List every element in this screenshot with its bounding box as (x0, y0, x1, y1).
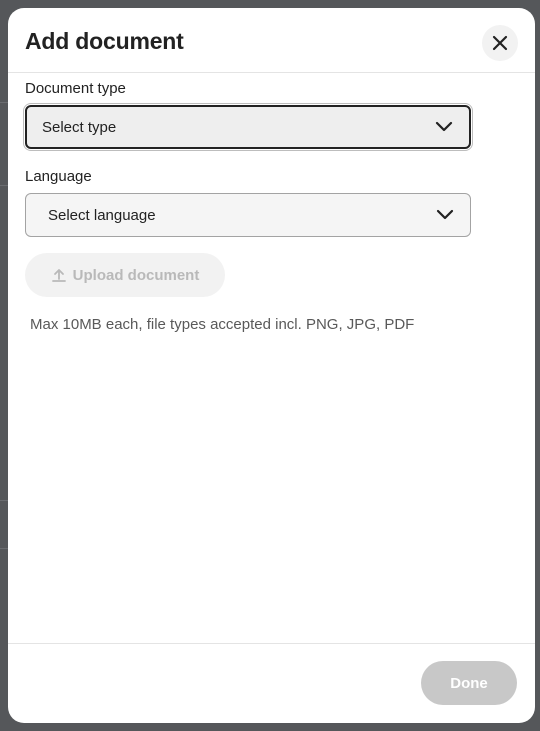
upload-icon (51, 269, 66, 282)
chevron-down-icon (436, 209, 454, 220)
language-select[interactable]: Select language (25, 193, 471, 237)
dialog-title: Add document (25, 28, 184, 54)
document-type-label: Document type (25, 80, 126, 97)
chevron-down-icon (435, 121, 453, 132)
upload-hint: Max 10MB each, file types accepted incl.… (30, 316, 415, 333)
document-type-select[interactable]: Select type (25, 105, 471, 149)
document-type-value: Select type (42, 118, 117, 136)
footer-divider (8, 643, 535, 644)
language-value: Select language (48, 206, 156, 224)
add-document-dialog: Add document Document type Select type L… (8, 8, 535, 723)
language-label: Language (25, 168, 92, 185)
close-button[interactable] (482, 25, 518, 61)
upload-document-button[interactable]: Upload document (25, 253, 225, 297)
upload-document-label: Upload document (72, 266, 200, 284)
done-button[interactable]: Done (421, 661, 517, 705)
header-divider (8, 72, 535, 73)
close-icon (492, 35, 508, 51)
